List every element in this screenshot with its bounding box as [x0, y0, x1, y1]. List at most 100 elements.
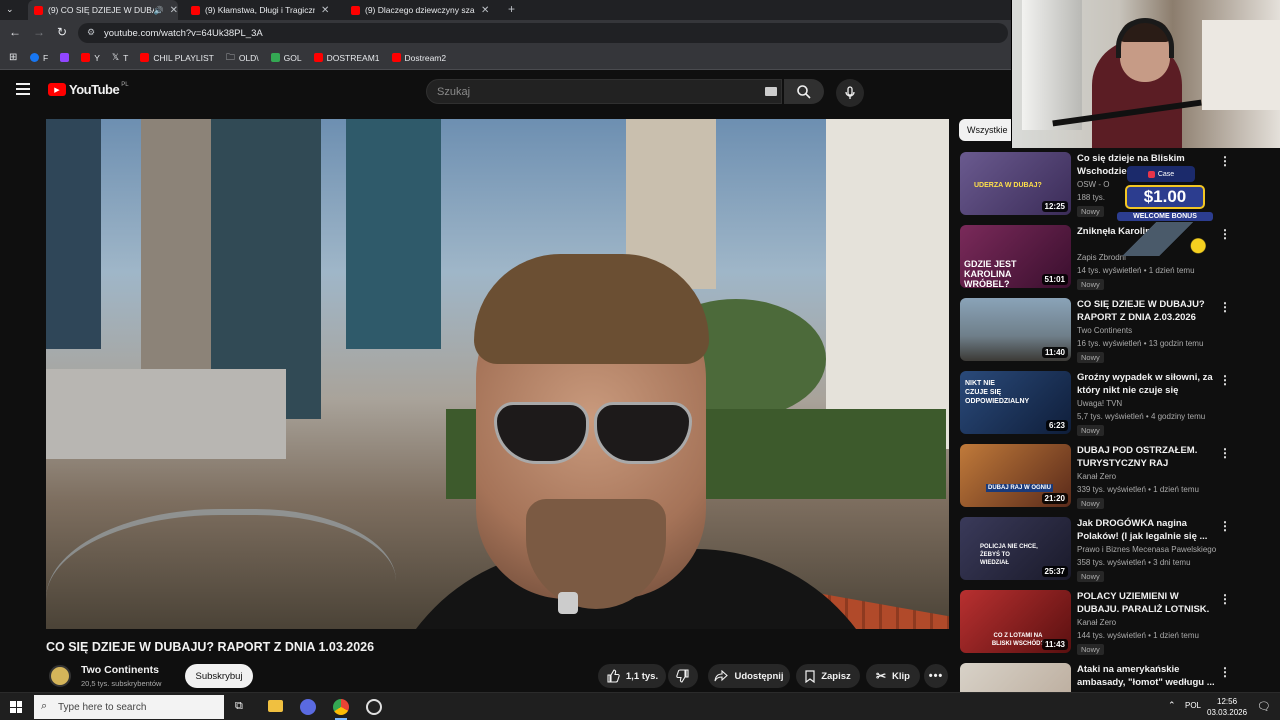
- language-indicator[interactable]: POL: [1185, 701, 1201, 710]
- channel-name[interactable]: OSW - O: [1077, 180, 1109, 189]
- new-badge: Nowy: [1077, 425, 1104, 436]
- video-thumbnail[interactable]: UDERZA W DUBAJ? 12:25: [960, 152, 1071, 215]
- channel-name[interactable]: Kanał Zero: [1077, 472, 1116, 481]
- facebook-icon: [30, 53, 39, 62]
- filter-chip-all[interactable]: Wszystkie: [959, 119, 1016, 141]
- tray-chevron-icon[interactable]: ⌃: [1168, 700, 1176, 711]
- bookmark-chil-playlist[interactable]: CHIL PLAYLIST: [140, 53, 214, 63]
- search-button[interactable]: [784, 79, 824, 104]
- microphone-icon: [845, 86, 855, 99]
- file-explorer-icon[interactable]: [268, 700, 283, 712]
- dislike-button[interactable]: [668, 664, 698, 688]
- video-title: CO SIĘ DZIEJE W DUBAJU? RAPORT Z DNIA 1.…: [46, 640, 375, 654]
- youtube-logo[interactable]: ▶ YouTube PL: [48, 82, 129, 97]
- close-tab-icon[interactable]: ✕: [170, 5, 178, 16]
- close-tab-icon[interactable]: ✕: [481, 5, 489, 16]
- video-thumbnail[interactable]: GDZIE JEST KAROLINA WRÓBEL? 51:01: [960, 225, 1071, 288]
- clip-button[interactable]: ✂ Klip: [866, 664, 920, 688]
- more-vertical-icon[interactable]: ⋮: [1219, 665, 1231, 679]
- video-thumbnail[interactable]: 11:40: [960, 298, 1071, 361]
- channel-name[interactable]: Two Continents: [81, 664, 159, 676]
- channel-name[interactable]: Kanał Zero: [1077, 618, 1116, 627]
- subscribe-button[interactable]: Subskrybuj: [185, 664, 253, 688]
- url-field[interactable]: ⚙ youtube.com/watch?v=64Uk38PL_3A: [78, 23, 1008, 43]
- task-view-icon[interactable]: ⧉: [235, 700, 243, 713]
- x-logo-icon: 𝕏: [111, 52, 120, 62]
- recommended-video[interactable]: Ataki na amerykańskie ambasady, "łomot" …: [959, 663, 1279, 692]
- new-tab-icon[interactable]: +: [508, 2, 515, 16]
- recommended-video[interactable]: DUBAJ RAJ W OGNIU 21:20 DUBAJ POD OSTRZA…: [959, 444, 1279, 510]
- recommended-video[interactable]: POLICJA NIE CHCE, ŻEBYŚ TO WIEDZIAŁ 25:3…: [959, 517, 1279, 583]
- bookmark-gol[interactable]: GOL: [270, 53, 302, 63]
- site-info-icon[interactable]: ⚙: [87, 27, 95, 38]
- discord-icon[interactable]: [300, 699, 316, 715]
- video-player[interactable]: [46, 119, 949, 629]
- more-vertical-icon[interactable]: ⋮: [1219, 592, 1231, 606]
- new-badge: Nowy: [1077, 206, 1104, 217]
- forward-icon[interactable]: →: [33, 25, 45, 39]
- bookmark-facebook[interactable]: F: [30, 53, 48, 63]
- video-title[interactable]: DUBAJ POD OSTRZAŁEM. TURYSTYCZNY RAJ PRZ…: [1077, 444, 1217, 470]
- back-icon[interactable]: ←: [9, 25, 21, 39]
- keyboard-icon[interactable]: [765, 87, 777, 96]
- channel-name[interactable]: Prawo i Biznes Mecenasa Pawelskiego: [1077, 545, 1216, 554]
- video-title[interactable]: Groźny wypadek w siłowni, za który nikt …: [1077, 371, 1217, 397]
- search-input[interactable]: Szukaj: [426, 79, 782, 104]
- bookmark-x[interactable]: 𝕏T: [112, 52, 128, 63]
- video-thumbnail[interactable]: DUBAJ RAJ W OGNIU 21:20: [960, 444, 1071, 507]
- more-vertical-icon[interactable]: ⋮: [1219, 227, 1231, 241]
- bookmark-dostream1[interactable]: DOSTREAM1: [313, 53, 380, 63]
- thumbs-down-icon: [676, 669, 689, 683]
- clock[interactable]: 12:56 03.03.2026: [1207, 696, 1247, 718]
- video-title[interactable]: Jak DROGÓWKA nagina Polaków! (I jak lega…: [1077, 517, 1217, 543]
- recommended-video[interactable]: CO Z LOTAMI NA BLISKI WSCHÓD? 11:43 POLA…: [959, 590, 1279, 656]
- reload-icon[interactable]: ↻: [57, 25, 67, 39]
- bookmark-dostream2[interactable]: Dostream2: [391, 53, 446, 63]
- taskbar-search-input[interactable]: ⌕ Type here to search: [34, 695, 224, 719]
- close-tab-icon[interactable]: ✕: [321, 5, 329, 16]
- tab-2[interactable]: (9) Kłamstwa, Długi i Tragiczne ✕: [185, 0, 335, 20]
- chrome-icon[interactable]: [333, 699, 349, 715]
- bookmark-twitch[interactable]: [60, 53, 70, 62]
- hamburger-menu-icon[interactable]: [16, 83, 30, 95]
- more-actions-button[interactable]: •••: [924, 664, 948, 688]
- channel-avatar[interactable]: [49, 665, 71, 687]
- more-vertical-icon[interactable]: ⋮: [1219, 154, 1231, 168]
- share-button[interactable]: Udostępnij: [708, 664, 790, 688]
- windows-start-icon[interactable]: [10, 701, 22, 713]
- recommended-video[interactable]: 11:40 CO SIĘ DZIEJE W DUBAJU? RAPORT Z D…: [959, 298, 1279, 364]
- more-vertical-icon[interactable]: ⋮: [1219, 373, 1231, 387]
- voice-search-button[interactable]: [836, 79, 864, 107]
- video-title[interactable]: POLACY UZIEMIENI W DUBAJU. PARALIŻ LOTNI…: [1077, 590, 1217, 616]
- save-button[interactable]: Zapisz: [796, 664, 860, 688]
- building-graphic: [46, 119, 101, 349]
- more-vertical-icon[interactable]: ⋮: [1219, 446, 1231, 460]
- tab-menu-chevron-icon[interactable]: ⌄: [6, 4, 14, 15]
- more-vertical-icon[interactable]: ⋮: [1219, 300, 1231, 314]
- notification-icon[interactable]: 🗨: [1257, 700, 1271, 713]
- apps-grid-icon[interactable]: ⊞: [9, 52, 17, 63]
- video-thumbnail[interactable]: CO Z LOTAMI NA BLISKI WSCHÓD? 11:43: [960, 590, 1071, 653]
- obs-icon[interactable]: [366, 699, 382, 715]
- bag-buckle-graphic: [558, 592, 578, 614]
- bookmark-old-folder[interactable]: 🗀 OLD\: [226, 50, 259, 66]
- video-thumbnail[interactable]: [960, 663, 1071, 692]
- video-title[interactable]: Ataki na amerykańskie ambasady, "łomot" …: [1077, 663, 1217, 689]
- channel-name[interactable]: Two Continents: [1077, 326, 1132, 335]
- url-text: youtube.com/watch?v=64Uk38PL_3A: [104, 27, 263, 39]
- youtube-favicon-icon: [191, 5, 200, 15]
- tab-active[interactable]: (9) CO SIĘ DZIEJE W DUBAJU 🔊 ✕: [28, 0, 178, 20]
- subscriber-count: 20,5 tys. subskrybentów: [81, 679, 162, 688]
- channel-name[interactable]: Uwaga! TVN: [1077, 399, 1122, 408]
- tab-3[interactable]: (9) Dlaczego dziewczyny szanu ✕: [345, 0, 495, 20]
- video-thumbnail[interactable]: NIKT NIE CZUJE SIĘ ODPOWIEDZIALNY 6:23: [960, 371, 1071, 434]
- speaker-icon[interactable]: 🔊: [154, 6, 164, 15]
- building-graphic: [346, 119, 441, 349]
- recommended-video[interactable]: NIKT NIE CZUJE SIĘ ODPOWIEDZIALNY 6:23 G…: [959, 371, 1279, 437]
- video-title[interactable]: CO SIĘ DZIEJE W DUBAJU? RAPORT Z DNIA 2.…: [1077, 298, 1217, 324]
- like-button[interactable]: 1,1 tys.: [598, 664, 666, 688]
- more-vertical-icon[interactable]: ⋮: [1219, 519, 1231, 533]
- video-thumbnail[interactable]: POLICJA NIE CHCE, ŻEBYŚ TO WIEDZIAŁ 25:3…: [960, 517, 1071, 580]
- bookmark-youtube[interactable]: Y: [81, 53, 100, 63]
- video-meta: 358 tys. wyświetleń • 3 dni temu: [1077, 558, 1191, 567]
